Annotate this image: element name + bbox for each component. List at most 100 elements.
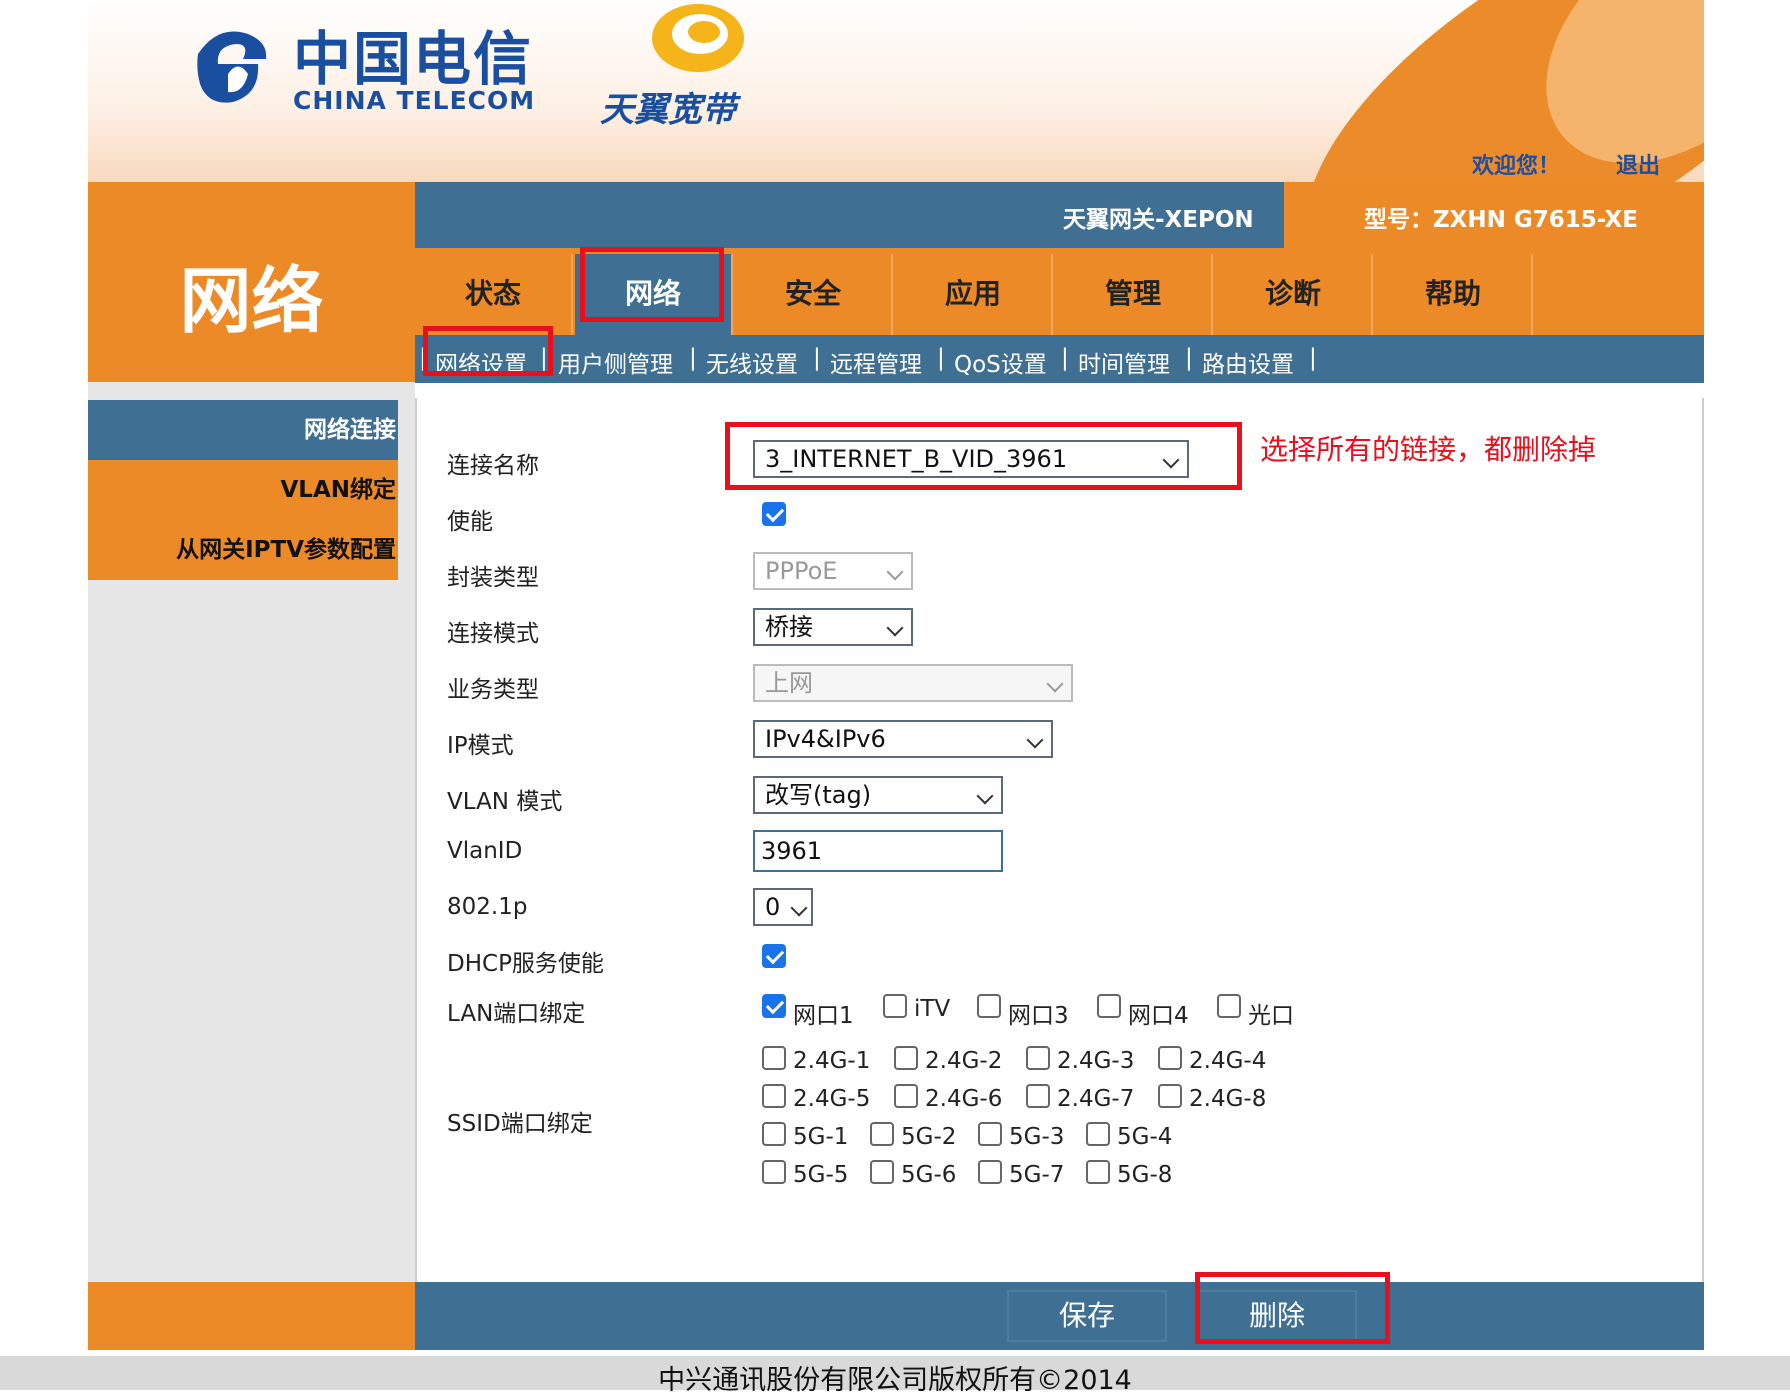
enable-checkbox[interactable] (762, 502, 786, 526)
subnav-qos[interactable]: QoS设置 (954, 345, 1047, 379)
chevron-down-icon (976, 787, 994, 805)
gateway-name: 天翼网关-XEPON (1063, 207, 1254, 233)
lan-port-checkbox[interactable] (762, 994, 786, 1018)
ssid-checkbox[interactable] (1026, 1084, 1050, 1108)
brand-en: CHINA TELECOM (293, 86, 536, 115)
ssid-label: 5G-8 (1117, 1162, 1173, 1188)
sidebar-item-vlan-binding[interactable]: VLAN绑定 (88, 460, 398, 520)
separator: | (813, 345, 821, 371)
lan-port-checkbox[interactable] (977, 994, 1001, 1018)
page-title: 网络 (179, 259, 324, 343)
encap-value: PPPoE (765, 557, 838, 585)
ssid-label: 5G-6 (901, 1162, 957, 1188)
ip-mode-select[interactable]: IPv4&IPv6 (753, 720, 1053, 758)
ssid-checkbox[interactable] (894, 1046, 918, 1070)
welcome-text: 欢迎您！ (1472, 154, 1561, 179)
ssid-checkbox[interactable] (1158, 1084, 1182, 1108)
ssid-label: 5G-5 (793, 1162, 849, 1188)
separator: | (1061, 345, 1069, 371)
sub-navigation: | 网络设置 | 用户侧管理 | 无线设置 | 远程管理 | QoS设置 | 时… (415, 326, 1704, 383)
ssid-checkbox[interactable] (1026, 1046, 1050, 1070)
conn-name-label: 连接名称 (447, 453, 539, 479)
save-button[interactable]: 保存 (1007, 1290, 1167, 1342)
ssid-checkbox[interactable] (762, 1084, 786, 1108)
encap-label: 封装类型 (447, 565, 539, 591)
ssid-checkbox[interactable] (762, 1046, 786, 1070)
subnav-time[interactable]: 时间管理 (1078, 345, 1170, 379)
logout-link[interactable]: 退出 (1616, 148, 1660, 180)
sidebar-item-network-connection[interactable]: 网络连接 (88, 400, 398, 460)
ssid-label: 2.4G-8 (1189, 1086, 1267, 1112)
chevron-down-icon (886, 619, 904, 637)
ssid-label: 5G-3 (1009, 1124, 1065, 1150)
page-title-box: 网络 (88, 182, 415, 382)
tab-status[interactable]: 状态 (415, 254, 573, 335)
annotation-text: 选择所有的链接，都删除掉 (1260, 433, 1597, 466)
ssid-checkbox[interactable] (978, 1122, 1002, 1146)
vlanid-input[interactable]: 3961 (753, 830, 1003, 872)
service-select[interactable]: 上网 (753, 664, 1073, 702)
service-label: 业务类型 (447, 677, 539, 703)
tab-application[interactable]: 应用 (895, 254, 1053, 335)
lan-port-checkbox[interactable] (1217, 994, 1241, 1018)
chevron-down-icon (790, 899, 808, 917)
lan-port-checkbox[interactable] (883, 994, 907, 1018)
highlight-frame (423, 326, 553, 376)
vlan-mode-select[interactable]: 改写(tag) (753, 776, 1003, 814)
chevron-down-icon (1026, 731, 1044, 749)
subnav-routing[interactable]: 路由设置 (1202, 345, 1294, 379)
mode-value: 桥接 (765, 613, 813, 641)
ssid-label: 2.4G-1 (793, 1048, 871, 1074)
ssid-checkbox[interactable] (978, 1160, 1002, 1184)
vlan-mode-label: VLAN 模式 (447, 789, 563, 815)
ssid-checkbox[interactable] (870, 1122, 894, 1146)
lan-port-label: iTV (914, 996, 951, 1022)
tab-security[interactable]: 安全 (735, 254, 893, 335)
china-telecom-logo-icon (197, 31, 267, 103)
tianyi-logo-icon (652, 4, 744, 72)
highlight-frame (1195, 1272, 1390, 1344)
tab-diagnosis[interactable]: 诊断 (1215, 254, 1373, 335)
ssid-checkbox[interactable] (762, 1122, 786, 1146)
encap-select[interactable]: PPPoE (753, 552, 913, 590)
model-text: 型号：ZXHN G7615-XE (1364, 207, 1638, 233)
ssid-label: 5G-7 (1009, 1162, 1065, 1188)
mode-label: 连接模式 (447, 621, 539, 647)
ssid-checkbox[interactable] (870, 1160, 894, 1184)
ip-mode-label: IP模式 (447, 733, 514, 759)
footer: 中兴通讯股份有限公司版权所有©2014 (0, 1356, 1790, 1396)
dhcp-label: DHCP服务使能 (447, 951, 604, 977)
enable-label: 使能 (447, 509, 493, 535)
lan-port-label: 网口3 (1008, 1003, 1069, 1029)
p8021-select[interactable]: 0 (753, 888, 813, 926)
ssid-label: 5G-1 (793, 1124, 849, 1150)
ssid-binding-label: SSID端口绑定 (447, 1111, 593, 1137)
service-value: 上网 (765, 669, 813, 697)
action-bar: 保存 删除 (415, 1272, 1704, 1350)
main-tabs: 状态 网络 安全 应用 管理 诊断 帮助 (415, 247, 1704, 335)
subnav-remote[interactable]: 远程管理 (830, 345, 922, 379)
ssid-checkbox[interactable] (1086, 1160, 1110, 1184)
ssid-checkbox[interactable] (1158, 1046, 1182, 1070)
header: 中国电信 CHINA TELECOM 天翼宽带 欢迎您！ 退出 (88, 0, 1704, 182)
dhcp-checkbox[interactable] (762, 944, 786, 968)
chevron-down-icon (1046, 675, 1064, 693)
separator: | (689, 345, 697, 371)
ssid-checkbox[interactable] (894, 1084, 918, 1108)
brand-cn: 中国电信 (293, 25, 534, 93)
vlan-mode-value: 改写(tag) (765, 781, 872, 809)
separator: | (1185, 345, 1193, 371)
ssid-checkbox[interactable] (762, 1160, 786, 1184)
highlight-frame (725, 422, 1242, 490)
sidebar-item-iptv-config[interactable]: 从网关IPTV参数配置 (88, 520, 398, 580)
p8021-label: 802.1p (447, 894, 528, 920)
tab-help[interactable]: 帮助 (1375, 254, 1533, 335)
lan-port-checkbox[interactable] (1097, 994, 1121, 1018)
subnav-user-side[interactable]: 用户侧管理 (558, 345, 673, 379)
tab-management[interactable]: 管理 (1055, 254, 1213, 335)
chevron-down-icon (886, 563, 904, 581)
ssid-checkbox[interactable] (1086, 1122, 1110, 1146)
mode-select[interactable]: 桥接 (753, 608, 913, 646)
ssid-label: 2.4G-4 (1189, 1048, 1267, 1074)
subnav-wireless[interactable]: 无线设置 (706, 345, 798, 379)
